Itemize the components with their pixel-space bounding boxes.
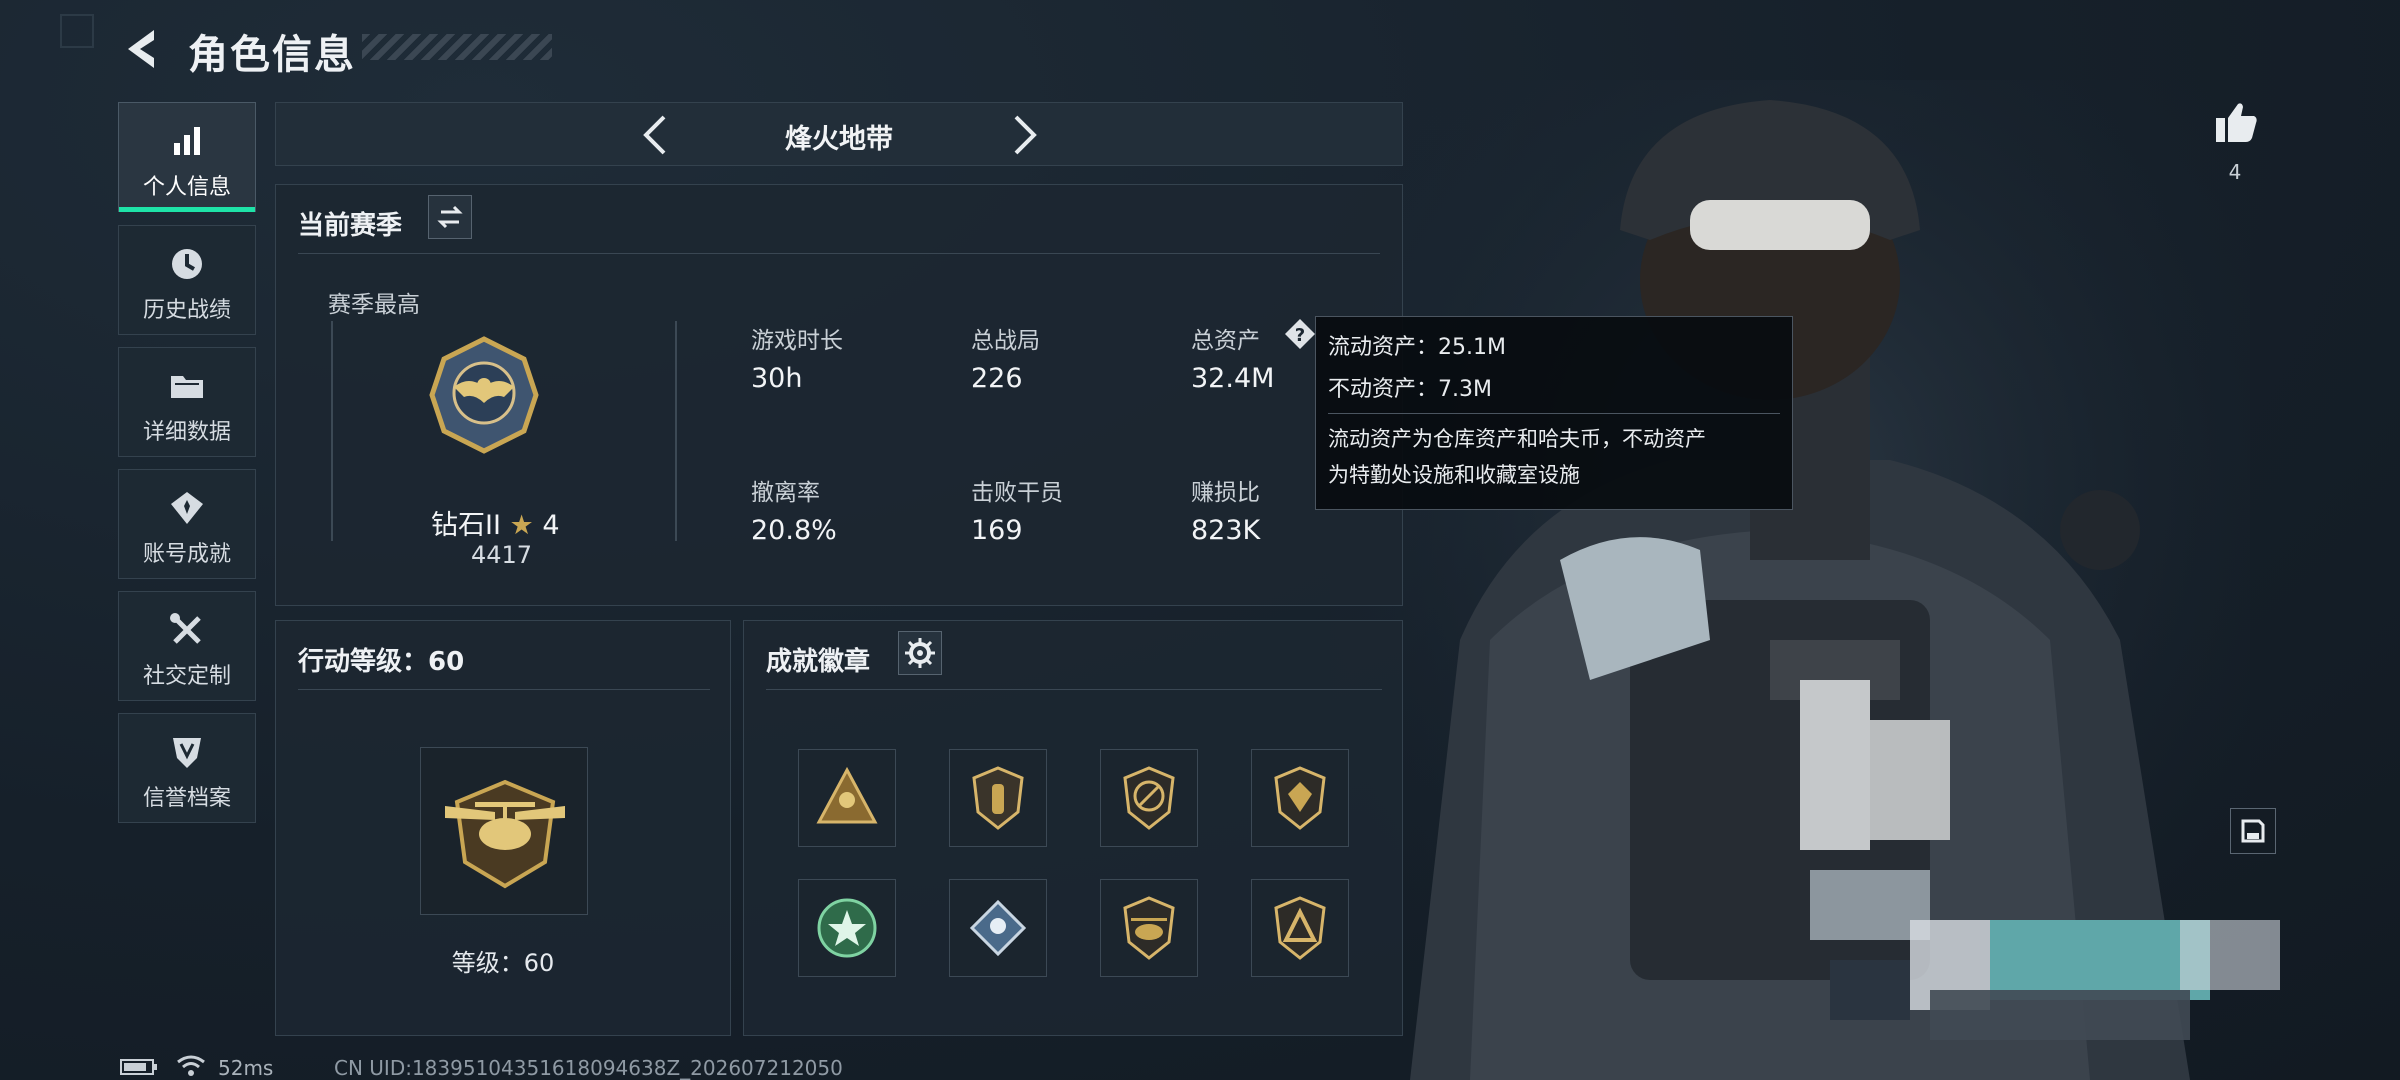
stat-value: 30h (751, 363, 803, 394)
current-season-panel: 当前赛季 赛季最高 钻石II ★ 4 4417 游戏时长 30h 总战局 226… (275, 184, 1403, 606)
stat-value: 20.8% (751, 515, 837, 546)
svg-text:?: ? (1295, 325, 1305, 346)
stat-label: 总战局 (971, 328, 1040, 354)
nav-social-customize[interactable]: 社交定制 (118, 591, 256, 701)
folder-icon (171, 376, 203, 398)
season-switch-button[interactable] (428, 195, 472, 239)
uid-text: CN UID:18395104351618094638Z_20260721205… (334, 1056, 843, 1080)
season-header: 当前赛季 (298, 211, 403, 241)
triangle-soldier-badge-icon (816, 766, 878, 824)
achievement-icon (171, 492, 203, 524)
badge-slot[interactable] (798, 879, 896, 977)
level-text: 等级：60 (451, 949, 555, 977)
corner-frame-decoration (60, 14, 94, 48)
stat-label: 游戏时长 (751, 328, 843, 354)
green-star-badge-icon (817, 898, 877, 958)
nav-label: 社交定制 (142, 664, 231, 689)
stat-value: 823K (1191, 515, 1261, 546)
tooltip-desc-line1: 流动资产为仓库资产和哈夫币，不动资产 (1328, 427, 1706, 451)
title-stripes-decoration (362, 34, 552, 60)
stat-value: 32.4M (1191, 363, 1275, 394)
total-assets-tooltip: 流动资产：25.1M 不动资产：7.3M 流动资产为仓库资产和哈夫币，不动资产 … (1315, 316, 1793, 510)
save-button[interactable] (2230, 808, 2276, 854)
nav-history-record[interactable]: 历史战绩 (118, 225, 256, 335)
stat-label: 赚损比 (1191, 480, 1260, 506)
diamond-badge-icon (969, 899, 1027, 957)
helicopter-emblem (445, 779, 565, 889)
season-best-label: 赛季最高 (328, 292, 420, 318)
nav-label: 账号成就 (142, 542, 231, 567)
action-level-header: 行动等级：60 (298, 647, 465, 677)
badge-slot[interactable] (1100, 879, 1198, 977)
mode-label: 烽火地带 (785, 124, 893, 155)
nav-label: 信誉档案 (142, 786, 231, 811)
nav-detailed-data[interactable]: 详细数据 (118, 347, 256, 457)
tooltip-divider (1328, 413, 1780, 414)
rank-name: 钻石II ★ 4 (431, 503, 560, 542)
section-divider (298, 253, 1380, 254)
diamond-rank-emblem (429, 336, 539, 454)
clock-icon (172, 249, 202, 279)
ping-text: 52ms (218, 1056, 274, 1080)
level-emblem-frame (420, 747, 588, 915)
nav-account-achievement[interactable]: 账号成就 (118, 469, 256, 579)
nav-credit-record[interactable]: 信誉档案 (118, 713, 256, 823)
badge-slot[interactable] (1251, 749, 1349, 847)
badge-slot[interactable] (1100, 749, 1198, 847)
badge-slot[interactable] (798, 749, 896, 847)
stat-value: 226 (971, 363, 1023, 394)
section-divider (766, 689, 1382, 690)
badges-header: 成就徽章 (766, 647, 871, 677)
compass-badge-icon (1123, 766, 1175, 830)
rank-name-text: 钻石II (431, 510, 501, 541)
mode-selector: 烽火地带 (275, 102, 1403, 166)
bar-chart-icon (174, 127, 200, 155)
action-level-panel: 行动等级：60 等级：60 (275, 620, 731, 1036)
stat-label: 击败干员 (971, 480, 1063, 506)
pixelated-name-card (1800, 860, 2280, 1050)
nav-label: 详细数据 (142, 420, 231, 445)
wifi-icon (177, 1055, 205, 1076)
chevron-right-icon[interactable] (1004, 111, 1044, 159)
back-arrow-icon[interactable] (118, 24, 168, 74)
page-title: 角色信息 (188, 32, 356, 78)
gear-icon (905, 638, 935, 668)
save-icon (2241, 819, 2265, 843)
section-divider (298, 689, 710, 690)
achievement-badges-panel: 成就徽章 (743, 620, 1403, 1036)
battery-icon (120, 1059, 157, 1075)
badge-slot[interactable] (949, 879, 1047, 977)
gem-badge-icon (1274, 766, 1326, 830)
liquid-assets-line: 流动资产：25.1M (1328, 335, 1506, 360)
question-icon[interactable]: ? (1283, 317, 1317, 351)
shield-icon (173, 738, 201, 768)
badge-slot[interactable] (949, 749, 1047, 847)
like-count: 4 (2228, 160, 2242, 184)
rank-score: 4417 (471, 541, 533, 569)
fixed-assets-line: 不动资产：7.3M (1328, 377, 1492, 402)
shield-badge-icon (972, 766, 1024, 830)
badges-settings-button[interactable] (898, 631, 942, 675)
thumbs-up-icon[interactable] (2212, 98, 2260, 146)
stat-label: 总资产 (1191, 328, 1260, 354)
stat-value: 169 (971, 515, 1023, 546)
stat-label: 撤离率 (751, 480, 820, 506)
tooltip-desc-line2: 为特勤处设施和收藏室设施 (1328, 463, 1580, 487)
star-icon: ★ (509, 510, 534, 541)
helicopter-badge-icon (1123, 896, 1175, 960)
tools-icon (170, 613, 201, 644)
swap-icon (437, 205, 463, 229)
rank-stars: 4 (542, 510, 560, 541)
nav-label: 历史战绩 (142, 298, 231, 323)
nav-personal-info[interactable]: 个人信息 (118, 102, 256, 212)
badge-slot[interactable] (1251, 879, 1349, 977)
delta-badge-icon (1274, 896, 1326, 960)
nav-label: 个人信息 (142, 175, 231, 200)
